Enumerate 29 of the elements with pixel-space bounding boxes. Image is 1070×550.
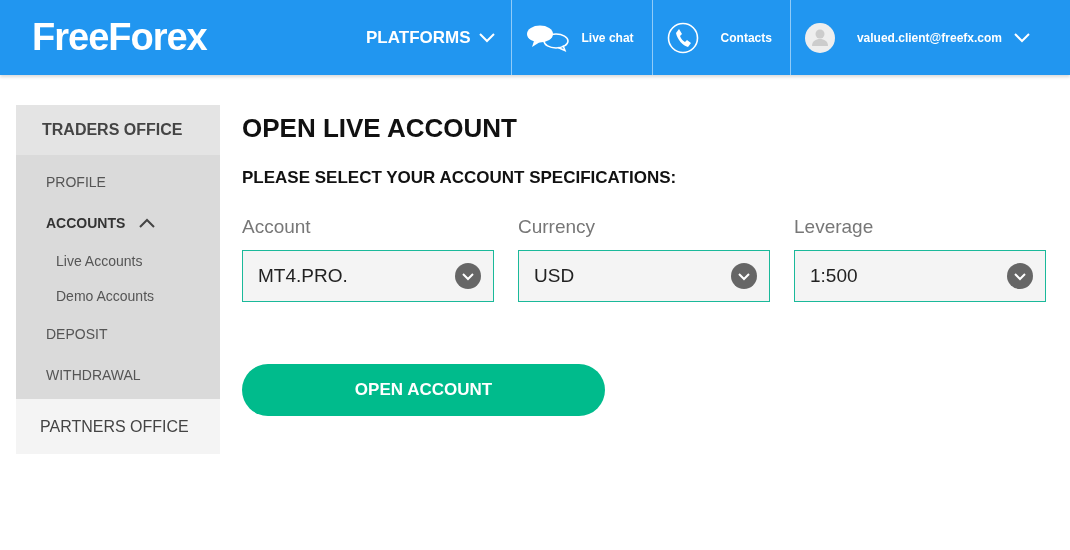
dropdown-icon: [731, 263, 757, 289]
avatar-icon: [804, 22, 835, 53]
field-label: Leverage: [794, 216, 875, 238]
field-label: Currency: [518, 216, 597, 238]
user-menu[interactable]: valued.client@freefx.com: [789, 0, 1070, 75]
contacts-link[interactable]: Contacts: [651, 0, 790, 75]
sidebar-subitem[interactable]: Demo Accounts: [16, 278, 220, 313]
sidebar-item[interactable]: WITHDRAWAL: [16, 354, 220, 395]
sidebar-item[interactable]: ACCOUNTS: [16, 202, 220, 243]
dropdown-icon: [1007, 263, 1033, 289]
sidebar-item[interactable]: DEPOSIT: [16, 313, 220, 354]
sidebar-section[interactable]: TRADERS OFFICE: [16, 105, 220, 155]
logo[interactable]: FreeForex: [32, 16, 207, 59]
sidebar-subitem[interactable]: Live Accounts: [16, 243, 220, 278]
chevron-down-icon: [1014, 32, 1030, 43]
select-field[interactable]: MT4.PRO.: [242, 250, 494, 302]
phone-icon: [666, 21, 699, 54]
select-field[interactable]: 1:500: [794, 250, 1046, 302]
live-chat-link[interactable]: Live chat: [510, 0, 652, 75]
page-title: OPEN LIVE ACCOUNT: [242, 113, 518, 144]
platforms-menu[interactable]: PLATFORMS: [352, 0, 511, 75]
field-label: Account: [242, 216, 312, 238]
select-field[interactable]: USD: [518, 250, 770, 302]
chat-bubbles-icon: [525, 23, 570, 52]
sidebar-item[interactable]: PROFILE: [16, 161, 220, 202]
dropdown-icon: [455, 263, 481, 289]
chevron-down-icon: [478, 32, 495, 43]
sidebar-section[interactable]: PARTNERS OFFICE: [16, 399, 220, 454]
section-heading: PLEASE SELECT YOUR ACCOUNT SPECIFICATIONS:: [242, 168, 678, 188]
